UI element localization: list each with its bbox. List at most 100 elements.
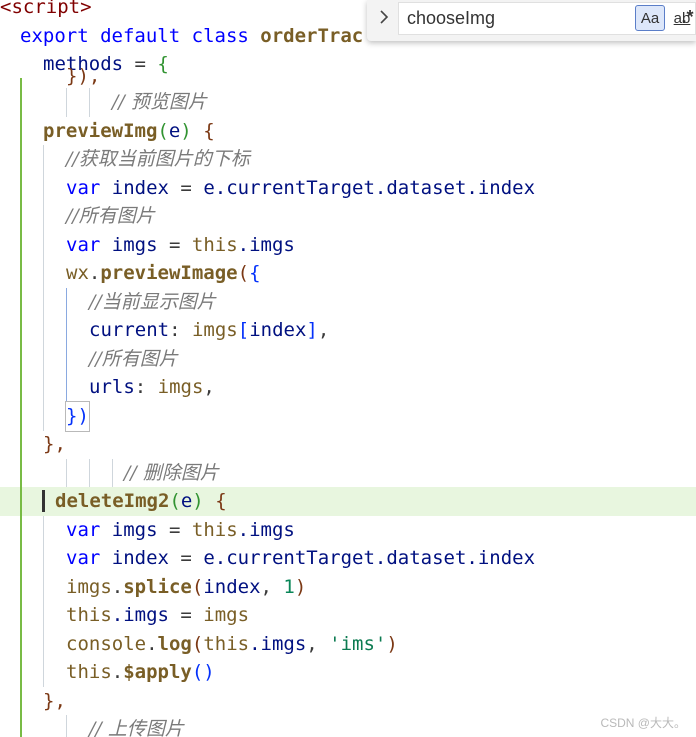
closing-brace: }, [43, 690, 66, 712]
regex-toggle[interactable]: .* [679, 4, 696, 30]
code-line: var index = e.currentTarget.dataset.inde… [0, 544, 696, 573]
indent-guide [112, 459, 113, 488]
indent-guide [20, 516, 22, 545]
function-name: previewImg [43, 120, 158, 142]
indent-guide [20, 117, 22, 146]
number-literal: 1 [283, 576, 295, 598]
property: .imgs [111, 604, 169, 626]
indent-guide [20, 259, 22, 288]
indent-guide [20, 88, 22, 117]
code-line: imgs.splice(index, 1) [0, 573, 696, 602]
comment: //所有图片 [66, 205, 155, 227]
function-name: previewImage [100, 262, 238, 284]
indent-guide [66, 715, 67, 737]
indent-guide [66, 373, 67, 402]
match-case-toggle[interactable]: Aa [635, 5, 665, 31]
property: .imgs [237, 519, 295, 541]
indent-guide [43, 544, 44, 573]
class-keyword: class [191, 25, 249, 47]
object-name: wx [66, 262, 89, 284]
indent-guide [43, 402, 44, 431]
variable-name: index [111, 547, 169, 569]
indent-guide [43, 202, 44, 231]
function-name: deleteImg2 [55, 490, 170, 512]
indent-guide [20, 202, 22, 231]
indent-guide [43, 630, 44, 659]
code-line: //获取当前图片的下标 [0, 145, 696, 174]
assign-operator: = [123, 53, 158, 75]
indent-guide [43, 345, 44, 374]
variable-name: index [249, 319, 307, 341]
this-keyword: this [66, 661, 112, 683]
indent-guide [20, 316, 22, 345]
parameter: e [180, 490, 193, 512]
comment: //当前显示图片 [89, 291, 216, 313]
code-line: this.imgs = imgs [0, 601, 696, 630]
code-line: }, [0, 687, 696, 716]
code-line: }) [0, 401, 696, 432]
argument: index [203, 576, 261, 598]
var-keyword: var [66, 547, 101, 569]
object-key: urls [89, 376, 135, 398]
variable-name: imgs [203, 604, 250, 626]
code-line: wx.previewImage({ [0, 259, 696, 288]
variable-name: imgs [191, 319, 238, 341]
object-name: imgs [66, 576, 112, 598]
indent-guide [43, 658, 44, 687]
indent-guide [66, 88, 67, 117]
indent-guide [43, 573, 44, 602]
code-line: //所有图片 [0, 202, 696, 231]
code-line: // 删除图片 [0, 459, 696, 488]
indent-guide [20, 345, 22, 374]
this-keyword: this [191, 519, 238, 541]
comment: //所有图片 [89, 348, 178, 370]
find-widget: chooseImg Aa ab .* [367, 0, 696, 41]
code-editor[interactable]: <script> export default class orderTrac … [0, 0, 696, 737]
comment: //获取当前图片的下标 [66, 148, 250, 170]
open-brace: { [157, 53, 169, 75]
property-chain: .currentTarget.dataset.index [214, 177, 536, 199]
variable-name: imgs [157, 376, 204, 398]
code-line: previewImg(e) { [0, 117, 696, 146]
find-query: chooseImg [407, 8, 496, 28]
chevron-right-icon [378, 9, 390, 29]
object-name: console [66, 633, 147, 655]
indent-guide [43, 259, 44, 288]
object-key: current [89, 319, 170, 341]
var-keyword: var [66, 177, 101, 199]
this-keyword: this [66, 604, 112, 626]
code-line-current: deleteImg2(e) { [0, 487, 696, 516]
variable-name: imgs [111, 519, 158, 541]
indent-guide [20, 687, 22, 716]
indent-guide [43, 231, 44, 260]
indent-guide [66, 345, 67, 374]
parameter: e [203, 547, 215, 569]
indent-guide [43, 145, 44, 174]
indent-guide [20, 430, 22, 459]
var-keyword: var [66, 234, 101, 256]
comment: // 预览图片 [112, 91, 207, 113]
indent-guide [89, 459, 90, 488]
parameter: e [203, 177, 215, 199]
toggle-replace-button[interactable] [371, 4, 397, 34]
code-line: console.log(this.imgs, 'ims') [0, 630, 696, 659]
export-keyword: export [20, 25, 89, 47]
variable-name: index [111, 177, 169, 199]
property-chain: .currentTarget.dataset.index [214, 547, 536, 569]
script-tag: <script> [0, 0, 92, 18]
code-line: urls: imgs, [0, 373, 696, 402]
indent-guide [20, 373, 22, 402]
indent-guide [43, 601, 44, 630]
text-cursor [42, 490, 45, 512]
parameter: e [168, 120, 181, 142]
indent-guide [20, 630, 22, 659]
code-line: // 上传图片 [0, 715, 696, 737]
code-line: // 预览图片 [0, 88, 696, 117]
find-input[interactable]: chooseImg Aa ab [398, 2, 696, 35]
function-name: splice [123, 576, 192, 598]
indent-guide [89, 88, 90, 117]
indent-guide [43, 174, 44, 203]
indent-guide [43, 316, 44, 345]
code-line: }, [0, 430, 696, 459]
indent-guide [43, 288, 44, 317]
